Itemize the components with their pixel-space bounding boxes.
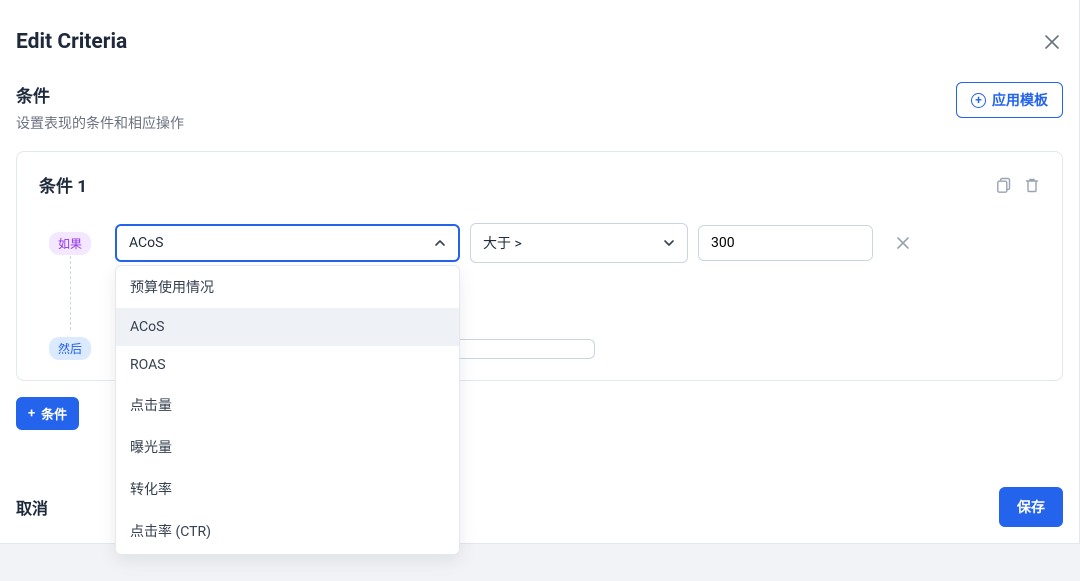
section-description: 设置表现的条件和相应操作 [16,113,184,133]
metric-option[interactable]: 点击量 [116,384,459,426]
apply-template-button[interactable]: + 应用模板 [956,82,1063,118]
if-badge: 如果 [49,232,91,255]
plus-icon: + [28,406,35,421]
cancel-button[interactable]: 取消 [16,495,48,519]
operator-select[interactable]: 大于 > [470,223,688,263]
metric-option[interactable]: 曝光量 [116,426,459,468]
metric-option[interactable]: 点击率 (CTR) [116,510,459,552]
badge-column-then: 然后 [39,337,101,360]
chevron-up-icon [434,237,446,249]
edit-criteria-modal: Edit Criteria 条件 设置表现的条件和相应操作 + 应用模板 条件 … [0,0,1080,581]
connector-line [70,256,71,330]
modal-header: Edit Criteria [16,30,1063,54]
metric-option[interactable]: ROAS [116,346,459,384]
apply-template-label: 应用模板 [992,90,1048,110]
if-row: 如果 ACoS 大于 > % [39,223,1040,263]
value-input[interactable] [699,226,873,260]
remove-icon[interactable] [893,233,913,253]
plus-circle-icon: + [971,93,986,108]
save-button[interactable]: 保存 [999,487,1063,527]
add-condition-label: 条件 [41,404,67,423]
operator-select-value: 大于 > [483,233,522,253]
metric-select[interactable]: ACoS [115,224,460,262]
metric-option[interactable]: 转化率 [116,468,459,510]
section-title: 条件 [16,82,184,107]
add-condition-button[interactable]: + 条件 [16,397,79,430]
trash-icon[interactable] [1024,177,1040,193]
if-fields: ACoS 大于 > % [115,223,1040,263]
then-badge: 然后 [49,337,91,360]
section-header: 条件 设置表现的条件和相应操作 + 应用模板 [16,82,1063,133]
chevron-down-icon [663,237,675,249]
metric-dropdown[interactable]: 预算使用情况 ACoS ROAS 点击量 曝光量 转化率 点击率 (CTR) 点… [115,265,460,555]
page-title: Edit Criteria [16,30,127,54]
metric-option[interactable]: ACoS [116,308,459,346]
copy-icon[interactable] [996,177,1012,193]
value-input-group: % [698,225,873,261]
metric-option[interactable]: 预算使用情况 [116,266,459,308]
badge-column: 如果 [39,232,101,255]
metric-option[interactable]: 点击成本 [116,552,459,555]
condition-card-actions [996,177,1040,193]
condition-card-header: 条件 1 [39,172,1040,197]
close-icon[interactable] [1041,31,1063,53]
condition-card-title: 条件 1 [39,172,87,197]
metric-select-value: ACoS [129,235,163,251]
condition-card: 条件 1 如果 ACoS [16,151,1063,381]
